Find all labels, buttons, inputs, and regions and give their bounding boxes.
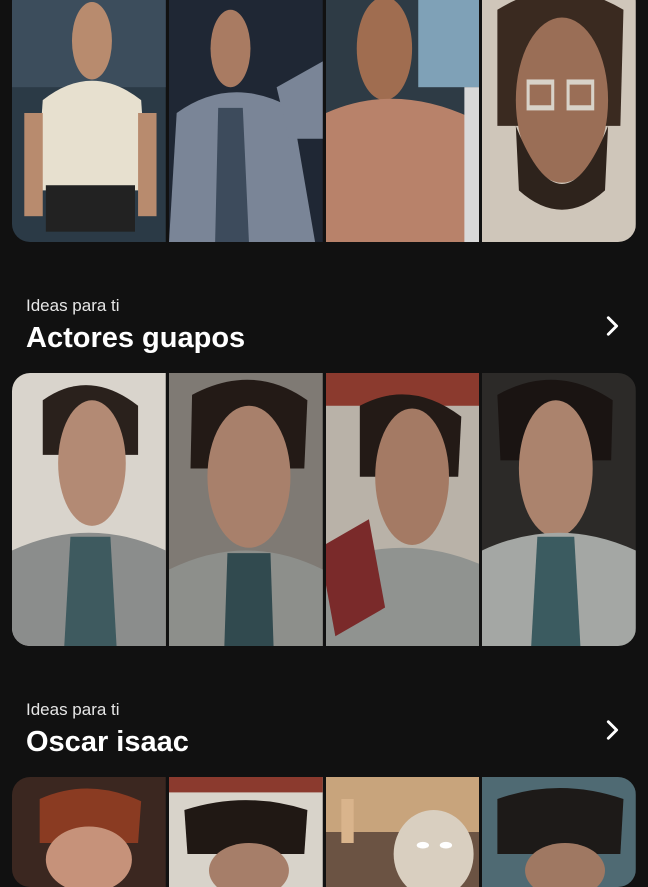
pin-image[interactable] [12,0,166,242]
pin-image[interactable] [482,373,636,646]
pin-image[interactable] [12,373,166,646]
board-preview-actores-guapos[interactable] [12,373,636,646]
section-kicker: Ideas para ti [26,700,622,720]
board-section-header[interactable]: Ideas para ti Actores guapos [26,296,622,356]
pin-image[interactable] [12,777,166,887]
pin-image[interactable] [482,777,636,887]
chevron-right-icon[interactable] [594,308,630,344]
section-title[interactable]: Actores guapos [26,320,622,356]
pin-image[interactable] [326,373,480,646]
chevron-right-icon[interactable] [594,712,630,748]
pin-image[interactable] [169,373,323,646]
pin-image[interactable] [169,777,323,887]
pin-image[interactable] [482,0,636,242]
board-preview-top[interactable] [12,0,636,242]
pin-image[interactable] [326,0,480,242]
section-title[interactable]: Oscar isaac [26,724,622,760]
board-section-header[interactable]: Ideas para ti Oscar isaac [26,700,622,760]
board-preview-oscar-isaac[interactable] [12,777,636,887]
section-kicker: Ideas para ti [26,296,622,316]
pin-image[interactable] [326,777,480,887]
pin-image[interactable] [169,0,323,242]
